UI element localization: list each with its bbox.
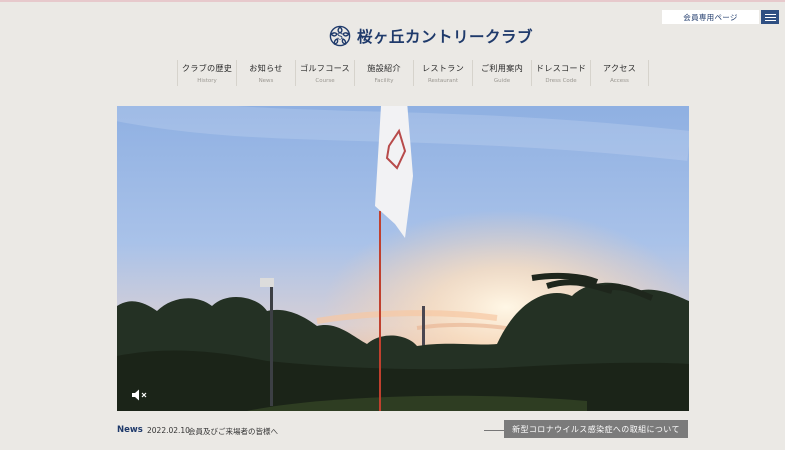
nav-label: ゴルフコース <box>300 63 350 73</box>
nav-sublabel: News <box>258 78 274 84</box>
covid-info-button[interactable]: 新型コロナウイルス感染症への取組について <box>504 420 688 438</box>
hamburger-menu-button[interactable] <box>761 10 779 24</box>
nav-item-dress-code[interactable]: ドレスコード Dress Code <box>531 60 590 86</box>
hamburger-icon <box>764 13 776 15</box>
nav-item-restaurant[interactable]: レストラン Restaurant <box>413 60 472 86</box>
site-logo[interactable]: S 桜ヶ丘カントリークラブ <box>329 24 533 48</box>
nav-label: レストラン <box>422 63 464 73</box>
nav-sublabel: History <box>197 78 217 84</box>
nav-item-guide[interactable]: ご利用案内 Guide <box>472 60 531 86</box>
nav-label: お知らせ <box>249 63 283 73</box>
hero-video <box>117 106 689 411</box>
nav-sublabel: Restaurant <box>427 78 459 84</box>
nav-item-news[interactable]: お知らせ News <box>236 60 295 86</box>
news-title-link[interactable]: 会員及びご来場者の皆様へ <box>188 426 278 437</box>
nav-sublabel: Access <box>610 78 629 84</box>
nav-label: クラブの歴史 <box>181 63 233 73</box>
speaker-muted-icon[interactable] <box>131 388 149 402</box>
logo-text: 桜ヶ丘カントリークラブ <box>357 27 534 46</box>
svg-text:S: S <box>337 33 343 43</box>
nav-label: アクセス <box>602 63 637 73</box>
nav-sublabel: Course <box>315 78 335 84</box>
news-date: 2022.02.10 <box>147 426 190 435</box>
nav-sublabel: Guide <box>493 78 511 84</box>
nav-label: ドレスコード <box>535 63 587 73</box>
nav-label: 施設紹介 <box>367 63 401 73</box>
nav-item-course[interactable]: ゴルフコース Course <box>295 60 354 86</box>
top-accent-line <box>0 0 785 2</box>
golf-flag-sunset-image <box>117 106 689 411</box>
global-nav: クラブの歴史 History お知らせ News ゴルフコース Course 施… <box>177 60 649 86</box>
nav-item-facility[interactable]: 施設紹介 Facility <box>354 60 413 86</box>
news-label: News <box>117 425 143 435</box>
nav-item-access[interactable]: アクセス Access <box>590 60 649 86</box>
sakura-emblem-icon: S <box>329 25 351 47</box>
nav-sublabel: Facility <box>374 78 394 84</box>
nav-sublabel: Dress Code <box>545 78 577 84</box>
nav-item-history[interactable]: クラブの歴史 History <box>177 60 236 86</box>
nav-label: ご利用案内 <box>481 63 523 73</box>
member-page-button[interactable]: 会員専用ページ <box>662 10 759 24</box>
